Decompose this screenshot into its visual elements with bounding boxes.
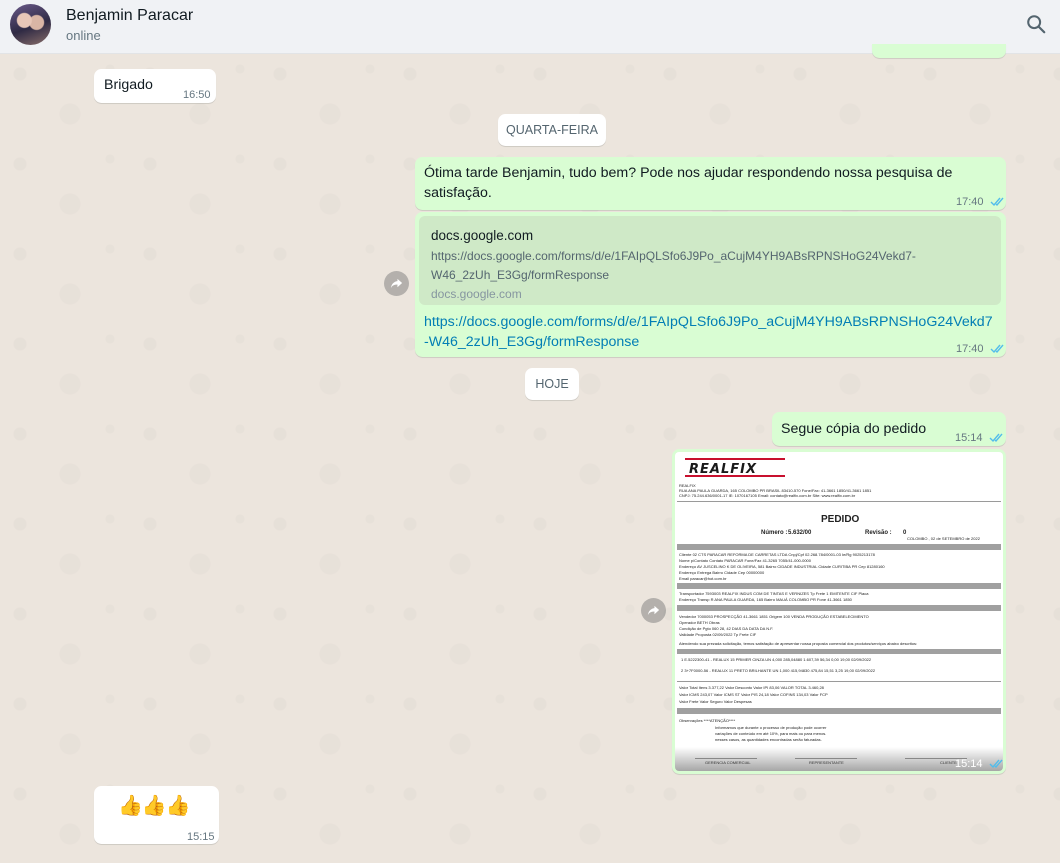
doc-footer-label: GERENCIA COMERCIAL — [705, 760, 751, 765]
message-time: 17:40 — [956, 193, 1006, 212]
link-preview-title: docs.google.com — [431, 228, 534, 243]
search-icon[interactable] — [1025, 13, 1051, 39]
read-ticks-icon — [989, 433, 1003, 443]
contact-status: online — [66, 28, 101, 43]
image-overlay — [675, 747, 1003, 771]
forward-icon[interactable] — [641, 598, 666, 623]
order-document-image[interactable]: REALFIX REALFIX RUA ANA PAULA GUARDA, 16… — [675, 452, 1003, 771]
message-incoming[interactable]: 👍👍👍 15:15 — [94, 786, 219, 844]
doc-number-label: Número : — [761, 530, 788, 536]
doc-attending: Atendendo sua prezada solicitação, temos… — [679, 641, 918, 646]
message-outgoing-image[interactable]: REALFIX REALFIX RUA ANA PAULA GUARDA, 16… — [672, 449, 1006, 774]
message-time: 17:40 — [956, 340, 1006, 359]
doc-revision-label: Revisão : — [865, 530, 892, 536]
message-outgoing[interactable]: Ótima tarde Benjamin, tudo bem? Pode nos… — [415, 157, 1006, 210]
message-incoming[interactable]: Brigado 16:50 — [94, 69, 216, 103]
message-link[interactable]: https://docs.google.com/forms/d/e/1FAIpQ… — [424, 313, 994, 352]
doc-revision-value: 0 — [903, 530, 907, 536]
message-emoji: 👍👍👍 — [118, 793, 191, 817]
link-preview-description: https://docs.google.com/forms/d/e/1FAIpQ… — [431, 249, 916, 282]
message-text: Brigado — [104, 77, 153, 93]
read-ticks-icon — [990, 344, 1004, 354]
message-time: 16:50 — [183, 89, 211, 101]
message-outgoing[interactable]: Segue cópia do pedido 15:14 — [772, 412, 1006, 446]
message-time: 15:15 — [187, 831, 215, 843]
read-ticks-icon — [990, 197, 1004, 207]
doc-footer-label: REPRESENTANTE — [809, 760, 844, 765]
message-text: Segue cópia do pedido — [781, 421, 927, 437]
date-separator: QUARTA-FEIRA — [498, 114, 606, 146]
doc-cnpj: CNPJ: 75.244.636/0001-17 IE: 1070167105 … — [679, 493, 856, 498]
message-bubble-partial — [872, 44, 1006, 58]
message-outgoing-link[interactable]: docs.google.com https://docs.google.com/… — [415, 212, 1006, 357]
message-time: 15:14 — [955, 755, 1005, 774]
forward-icon[interactable] — [384, 271, 409, 296]
date-separator: HOJE — [525, 368, 579, 400]
link-preview[interactable]: docs.google.com https://docs.google.com/… — [419, 216, 1001, 305]
message-time: 15:14 — [955, 429, 1005, 448]
doc-date: COLOMBO , 02 de SETEMBRO de 2022 — [907, 536, 980, 541]
doc-title: PEDIDO — [821, 514, 860, 525]
doc-number-value: 5.632/00 — [788, 530, 812, 536]
read-ticks-icon — [989, 759, 1003, 769]
link-preview-domain: docs.google.com — [431, 287, 522, 301]
contact-name[interactable]: Benjamin Paracar — [66, 7, 193, 25]
realfix-logo: REALFIX — [685, 458, 785, 478]
message-text: Ótima tarde Benjamin, tudo bem? Pode nos… — [424, 165, 953, 201]
avatar[interactable] — [10, 4, 51, 45]
